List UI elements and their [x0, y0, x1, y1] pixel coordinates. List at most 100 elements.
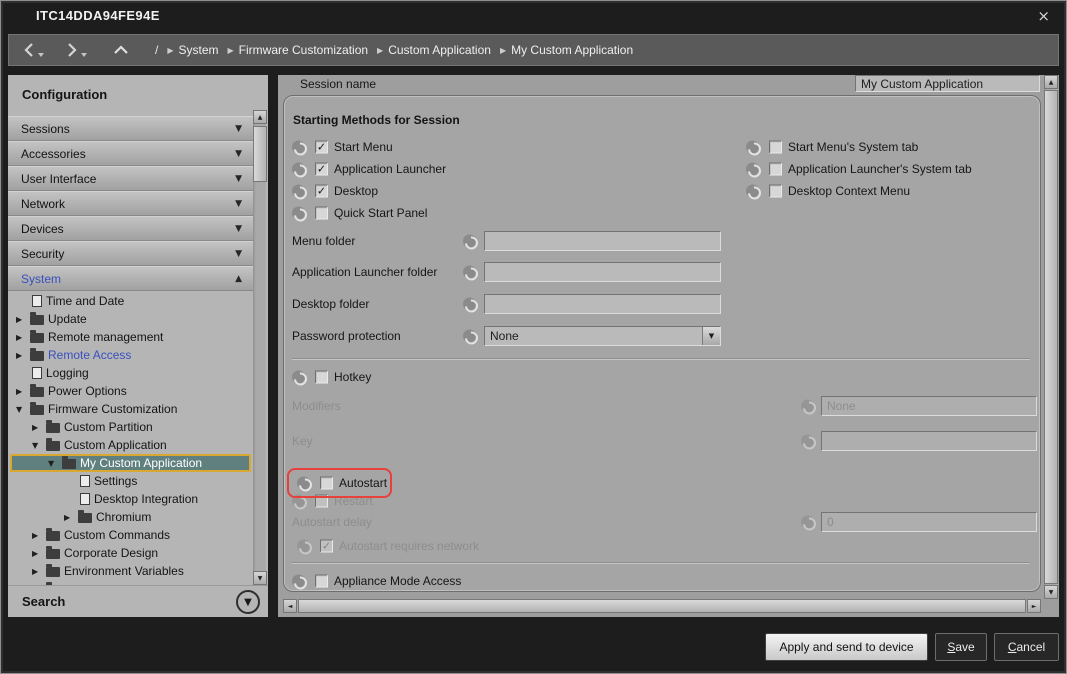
chevron-down-icon[interactable]: ▼ — [32, 441, 46, 450]
cancel-button[interactable]: Cancel — [994, 633, 1059, 661]
section-label: Security — [21, 247, 235, 261]
desktop-context-menu-checkbox[interactable] — [769, 185, 782, 198]
chevron-up-icon: ▲ — [235, 274, 242, 284]
tree-item-update[interactable]: ▶ Update — [10, 310, 251, 328]
tree-item-power-options[interactable]: ▶ Power Options — [10, 382, 251, 400]
start-menu-system-tab-checkbox[interactable] — [769, 141, 782, 154]
tree-item-custom-partition[interactable]: ▶ Custom Partition — [10, 418, 251, 436]
tree-item-remote-management[interactable]: ▶ Remote management — [10, 328, 251, 346]
apply-and-send-button[interactable]: Apply and send to device — [765, 633, 928, 661]
scroll-left-button[interactable]: ◄ — [283, 599, 297, 613]
close-icon[interactable]: × — [1037, 7, 1050, 25]
document-icon — [32, 295, 42, 307]
chevron-down-icon: ▼ — [244, 597, 252, 608]
reset-icon[interactable] — [746, 141, 759, 154]
up-icon[interactable] — [113, 44, 129, 56]
scroll-down-button[interactable]: ▼ — [253, 571, 267, 585]
reset-icon[interactable] — [292, 371, 305, 384]
chevron-right-icon[interactable]: ▶ — [16, 333, 30, 342]
breadcrumb-item-my-custom-application[interactable]: My Custom Application — [511, 43, 633, 57]
field-label: Password protection — [292, 329, 401, 343]
application-launcher-folder-row: Application Launcher folder — [284, 262, 1036, 282]
menu-folder-row: Menu folder — [284, 231, 1036, 251]
tree-item-environment-variables[interactable]: ▶ Environment Variables — [10, 562, 251, 580]
chevron-right-icon[interactable]: ▶ — [64, 513, 78, 522]
sidebar-section-network[interactable]: Network ▼ — [8, 191, 253, 216]
chevron-right-icon[interactable]: ▶ — [16, 315, 30, 324]
checkbox-label: Start Menu's System tab — [788, 140, 918, 154]
tree-item-settings[interactable]: Settings — [10, 472, 251, 490]
tree-item-label: Custom Application — [64, 438, 167, 452]
forward-history-caret-icon[interactable] — [81, 53, 87, 57]
application-launcher-system-tab-row: Application Launcher's System tab — [284, 159, 1036, 179]
password-protection-select[interactable]: None ▼ — [484, 326, 721, 346]
chevron-right-icon[interactable]: ▶ — [32, 423, 46, 432]
desktop-folder-input[interactable] — [484, 294, 721, 314]
tree-item-firmware-customization[interactable]: ▼ Firmware Customization — [10, 400, 251, 418]
scrollbar-thumb[interactable] — [1044, 90, 1058, 584]
search-expand-button[interactable]: ▼ — [236, 590, 260, 614]
tree-item-chromium[interactable]: ▶ Chromium — [10, 508, 251, 526]
sidebar-section-accessories[interactable]: Accessories ▼ — [8, 141, 253, 166]
open-folder-icon — [46, 441, 60, 451]
reset-icon[interactable] — [746, 163, 759, 176]
scroll-right-button[interactable]: ► — [1027, 599, 1041, 613]
sidebar-section-devices[interactable]: Devices ▼ — [8, 216, 253, 241]
save-button[interactable]: Save — [935, 633, 987, 661]
breadcrumb-item-custom-application[interactable]: Custom Application — [388, 43, 491, 57]
reset-icon[interactable] — [463, 266, 476, 279]
breadcrumb-item-system[interactable]: System — [179, 43, 219, 57]
scrollbar-thumb[interactable] — [298, 599, 1026, 613]
tree-item-corporate-design[interactable]: ▶ Corporate Design — [10, 544, 251, 562]
reset-icon[interactable] — [463, 330, 476, 343]
scrollbar-thumb[interactable] — [253, 126, 267, 182]
main-horizontal-scrollbar[interactable]: ◄ ► — [283, 599, 1041, 613]
tree-item-desktop-integration[interactable]: Desktop Integration — [10, 490, 251, 508]
forward-icon[interactable] — [66, 42, 78, 58]
sidebar-section-system[interactable]: System ▲ — [8, 266, 253, 291]
breadcrumb-root[interactable]: / — [155, 43, 158, 57]
application-launcher-system-tab-checkbox[interactable] — [769, 163, 782, 176]
sidebar-scrollbar[interactable]: ▲ ▼ — [253, 110, 267, 585]
chevron-right-icon[interactable]: ▶ — [32, 567, 46, 576]
reset-icon[interactable] — [292, 207, 305, 220]
tree-item-custom-commands[interactable]: ▶ Custom Commands — [10, 526, 251, 544]
back-history-caret-icon[interactable] — [38, 53, 44, 57]
tree-item-custom-application[interactable]: ▼ Custom Application — [10, 436, 251, 454]
sidebar-section-sessions[interactable]: Sessions ▼ — [8, 116, 253, 141]
back-icon[interactable] — [23, 42, 35, 58]
reset-icon[interactable] — [292, 575, 305, 588]
quick-start-panel-checkbox[interactable] — [315, 207, 328, 220]
reset-icon[interactable] — [746, 185, 759, 198]
chevron-right-icon[interactable]: ▶ — [32, 549, 46, 558]
tree-item-my-custom-application[interactable]: ▼ My Custom Application — [10, 454, 251, 472]
sidebar-section-user-interface[interactable]: User Interface ▼ — [8, 166, 253, 191]
autostart-requires-network-row: ✓ Autostart requires network — [284, 536, 1036, 556]
application-launcher-folder-input[interactable] — [484, 262, 721, 282]
appliance-mode-access-checkbox[interactable] — [315, 575, 328, 588]
chevron-right-icon[interactable]: ▶ — [16, 351, 30, 360]
breadcrumb-item-firmware-customization[interactable]: Firmware Customization — [239, 43, 368, 57]
chevron-right-icon[interactable]: ▶ — [16, 387, 30, 396]
dropdown-arrow-button[interactable]: ▼ — [702, 327, 720, 345]
breadcrumb-separator-icon: ▶ — [228, 46, 234, 55]
reset-icon[interactable] — [463, 298, 476, 311]
scroll-up-button[interactable]: ▲ — [1044, 75, 1058, 89]
hotkey-checkbox[interactable] — [315, 371, 328, 384]
chevron-right-icon[interactable]: ▶ — [32, 531, 46, 540]
breadcrumb: / ▶ System ▶ Firmware Customization ▶ Cu… — [8, 34, 1059, 66]
sidebar-section-security[interactable]: Security ▼ — [8, 241, 253, 266]
chevron-down-icon[interactable]: ▼ — [16, 405, 30, 414]
reset-icon[interactable] — [463, 235, 476, 248]
tree-item-time-and-date[interactable]: Time and Date — [10, 292, 251, 310]
menu-folder-input[interactable] — [484, 231, 721, 251]
chevron-down-icon[interactable]: ▼ — [48, 459, 62, 468]
session-name-input[interactable]: My Custom Application — [855, 75, 1040, 92]
checkbox-label: Desktop Context Menu — [788, 184, 910, 198]
scroll-up-button[interactable]: ▲ — [253, 110, 267, 124]
session-name-value: My Custom Application — [861, 77, 983, 91]
scroll-down-button[interactable]: ▼ — [1044, 585, 1058, 599]
main-vertical-scrollbar[interactable]: ▲ ▼ — [1044, 75, 1058, 599]
tree-item-logging[interactable]: Logging — [10, 364, 251, 382]
tree-item-remote-access[interactable]: ▶ Remote Access — [10, 346, 251, 364]
